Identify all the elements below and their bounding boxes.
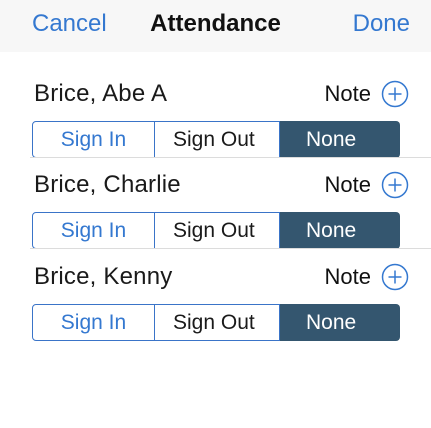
- plus-circle-icon[interactable]: [381, 171, 409, 199]
- note-button[interactable]: Note: [325, 78, 409, 110]
- student-row: Brice, Kenny Note Sign In Sign Out None: [0, 251, 431, 377]
- note-label: Note: [324, 81, 371, 106]
- note-label: Note: [324, 264, 371, 289]
- note-button[interactable]: Note: [325, 261, 409, 293]
- sign-in-segment[interactable]: Sign In: [32, 212, 155, 249]
- none-segment[interactable]: None: [280, 121, 400, 158]
- note-button[interactable]: Note: [325, 169, 409, 201]
- navigation-bar: Cancel Attendance Done: [0, 0, 431, 52]
- sign-out-segment[interactable]: Sign Out: [155, 212, 280, 249]
- note-label: Note: [324, 172, 371, 197]
- plus-circle-icon[interactable]: [381, 263, 409, 291]
- student-name: Brice, Abe A: [34, 80, 168, 107]
- row-divider: [30, 248, 431, 249]
- sign-in-segment[interactable]: Sign In: [32, 121, 155, 158]
- attendance-segmented-control: Sign In Sign Out None: [32, 304, 400, 341]
- done-button[interactable]: Done: [353, 10, 410, 38]
- none-segment[interactable]: None: [280, 304, 400, 341]
- plus-circle-icon[interactable]: [381, 80, 409, 108]
- student-name: Brice, Kenny: [34, 263, 173, 290]
- sign-out-segment[interactable]: Sign Out: [155, 304, 280, 341]
- sign-in-segment[interactable]: Sign In: [32, 304, 155, 341]
- attendance-segmented-control: Sign In Sign Out None: [32, 212, 400, 249]
- student-name: Brice, Charlie: [34, 171, 181, 198]
- none-segment[interactable]: None: [280, 212, 400, 249]
- row-divider: [30, 157, 431, 158]
- sign-out-segment[interactable]: Sign Out: [155, 121, 280, 158]
- attendance-segmented-control: Sign In Sign Out None: [32, 121, 400, 158]
